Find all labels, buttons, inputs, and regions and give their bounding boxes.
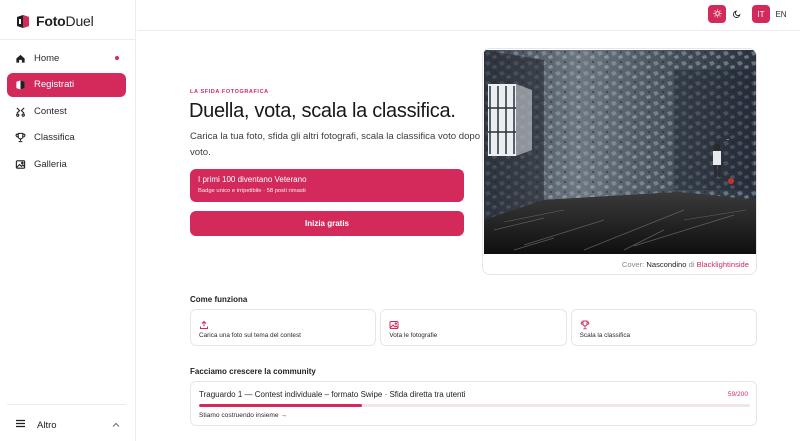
cover-caption: Cover: Nascondino di Blacklightinside (622, 260, 749, 269)
step-label: Carica una foto sul tema del contest (199, 332, 301, 339)
sidebar-item-label: Home (34, 52, 60, 64)
sidebar-item-label: Classifica (34, 132, 75, 143)
sidebar-item-label: Galleria (34, 158, 67, 170)
sidebar-bottom-divider (7, 404, 126, 405)
promo-subtitle: Badge unico e irripetibile · 58 posti ri… (198, 188, 306, 194)
register-icon (15, 79, 26, 90)
topbar-divider (137, 30, 800, 31)
chevron-up-icon (112, 420, 120, 431)
more-menu-button[interactable]: Altro (7, 414, 126, 436)
milestone-title: Traguardo 1 — Contest individuale – form… (199, 390, 466, 399)
notification-dot (115, 56, 119, 60)
step-label: Scala la classifica (579, 332, 631, 339)
brand-logo[interactable]: FotoDuel (15, 13, 94, 29)
community-title: Facciamo crescere la community (190, 367, 316, 376)
theme-toggle (708, 5, 746, 23)
promo-title: I primi 100 diventano Veterano (198, 175, 307, 184)
how-it-works-title: Come funziona (190, 295, 248, 304)
hero-eyebrow: LA SFIDA FOTOGRAFICA (190, 89, 269, 95)
moon-icon (732, 9, 742, 20)
more-menu-label: Altro (37, 419, 57, 431)
sun-icon (712, 8, 722, 20)
cover-author-link[interactable]: Blacklightinside (697, 260, 749, 269)
upload-icon (199, 317, 209, 329)
sidebar-item-home[interactable]: Home (7, 46, 126, 70)
step-card[interactable]: Vota le fotografie (380, 309, 567, 346)
building-together-link[interactable]: Stiamo costruendo insieme → (199, 412, 287, 419)
trophy-icon (15, 132, 26, 143)
home-icon (15, 53, 26, 64)
brand-name: FotoDuel (36, 13, 94, 29)
sidebar-item-label: Registrati (34, 79, 75, 90)
brand-divider (0, 39, 136, 40)
milestone-count: 59/200 (727, 391, 748, 398)
menu-icon (15, 419, 26, 431)
sidebar-nav: Home Registrati Contest Classifica Galle… (7, 46, 126, 179)
milestone-progress-fill (199, 404, 362, 407)
start-free-button[interactable]: Inizia gratis (190, 211, 464, 236)
page-title: Duella, vota, scala la classifica. (189, 100, 456, 122)
hero-subtitle: Carica la tua foto, sfida gli altri foto… (190, 131, 481, 158)
milestone-progress-bar (199, 404, 750, 407)
language-button-en[interactable]: EN (772, 5, 790, 23)
image-icon (389, 317, 399, 329)
language-switcher: IT EN (752, 5, 790, 23)
gallery-icon (15, 159, 26, 170)
contest-icon (15, 106, 26, 117)
light-theme-button[interactable] (708, 5, 726, 23)
cover-photo-title: Nascondino (646, 260, 687, 269)
svg-text:~: ~ (726, 137, 729, 142)
fotoduel-logo-icon (15, 13, 31, 29)
sidebar-item-classifica[interactable]: Classifica (7, 126, 126, 150)
step-label: Vota le fotografie (389, 332, 438, 339)
milestone-card: Traguardo 1 — Contest individuale – form… (190, 381, 757, 426)
cover-photo[interactable]: ~ (484, 50, 756, 254)
sidebar-item-registrati[interactable]: Registrati (7, 72, 126, 97)
cover-photo-card: ~ Cover: Nascondino di Blacklightinside (482, 48, 757, 275)
veteran-promo-banner: I primi 100 diventano Veterano Badge uni… (190, 169, 464, 202)
cover-by: di (688, 260, 695, 269)
step-card[interactable]: Scala la classifica (570, 309, 757, 346)
step-card[interactable]: Carica una foto sul tema del contest (190, 309, 377, 346)
cover-prefix: Cover: (621, 260, 645, 269)
sidebar: FotoDuel Home Registrati Contest Classif… (0, 0, 136, 441)
how-it-works-steps: Carica una foto sul tema del contest Vot… (190, 309, 757, 346)
sidebar-item-label: Contest (34, 105, 67, 117)
sidebar-item-contest[interactable]: Contest (7, 99, 126, 123)
sidebar-item-galleria[interactable]: Galleria (7, 152, 126, 176)
dark-theme-button[interactable] (728, 5, 746, 23)
language-button-it[interactable]: IT (752, 5, 770, 23)
trophy-icon (580, 317, 590, 330)
